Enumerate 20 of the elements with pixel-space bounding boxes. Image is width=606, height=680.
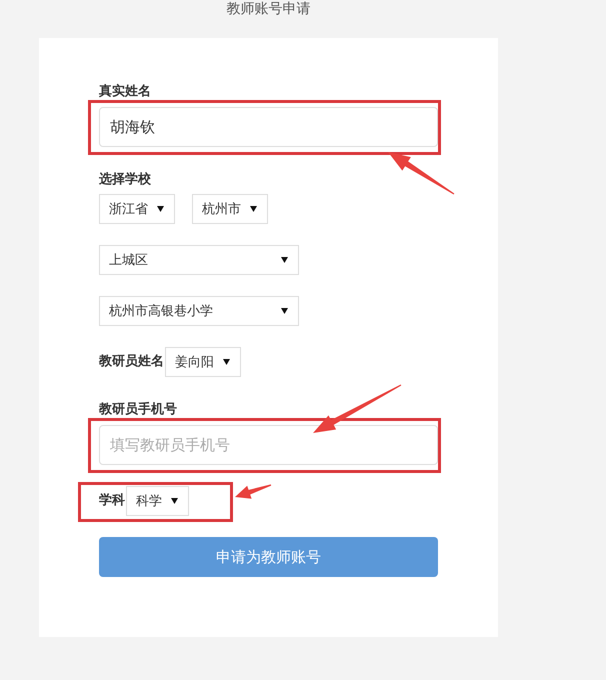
caret-icon [250,206,257,212]
caret-icon [157,206,164,212]
field-label: 学科 [99,492,125,510]
field-label: 真实姓名 [99,83,151,101]
input-field[interactable]: 胡海钦 [99,107,438,147]
field-label: 教研员姓名 [99,353,164,371]
caret-icon [281,308,288,314]
caret-icon [223,359,230,365]
dropdown[interactable]: 上城区 [99,245,299,275]
field-label: 选择学校 [99,171,151,189]
caret-icon [281,257,288,263]
dropdown[interactable]: 科学 [126,486,189,516]
field-label: 教研员手机号 [99,401,177,419]
dropdown[interactable]: 姜向阳 [165,347,241,377]
input-field[interactable]: 填写教研员手机号 [99,425,438,465]
dropdown[interactable]: 杭州市高银巷小学 [99,296,299,326]
page-title: 教师账号申请 [226,0,310,19]
dropdown[interactable]: 杭州市 [192,194,268,224]
caret-icon [171,498,178,504]
dropdown[interactable]: 浙江省 [99,194,175,224]
